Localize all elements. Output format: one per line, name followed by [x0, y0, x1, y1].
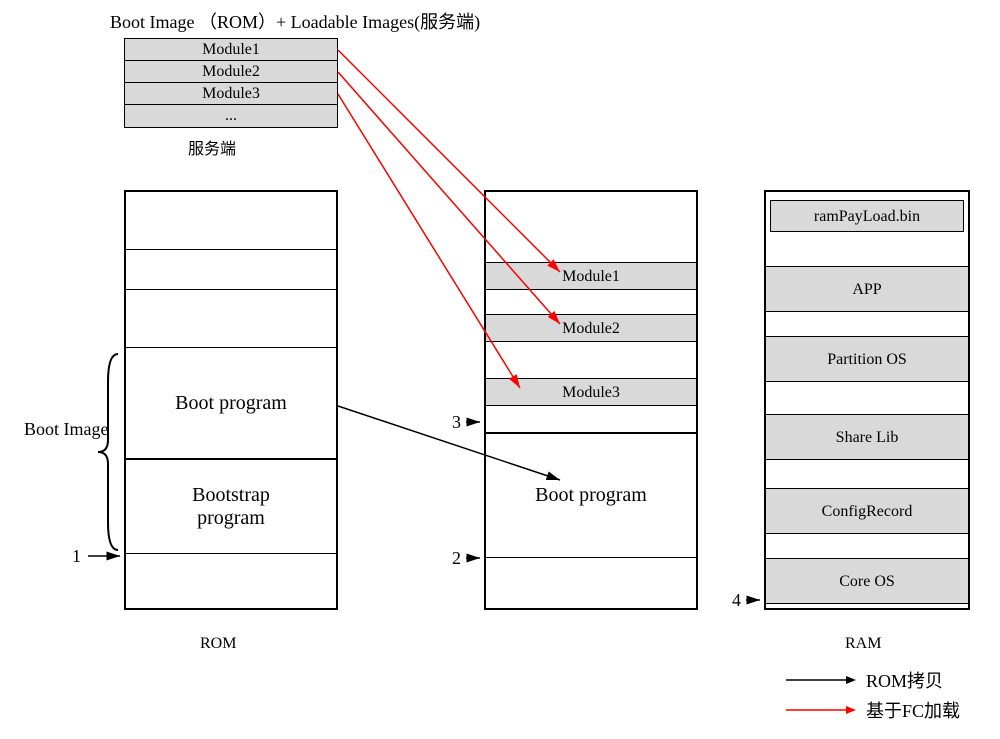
- rom-section: [126, 250, 336, 290]
- brace-icon: [96, 352, 120, 552]
- rom-section: [126, 290, 336, 348]
- legend-red-arrow-icon: [786, 704, 856, 716]
- step-number-3: 3: [452, 412, 461, 433]
- ram-label: RAM: [845, 635, 881, 653]
- mid-module2: Module2: [486, 314, 696, 342]
- mid-section: [486, 192, 696, 262]
- ram-app: APP: [766, 266, 968, 312]
- mid-gap: [486, 290, 696, 314]
- middle-box: Module1 Module2 Module3 Boot program: [484, 190, 698, 610]
- step-number-2: 2: [452, 548, 461, 569]
- legend-black-label: ROM拷贝: [866, 667, 943, 693]
- mid-module3: Module3: [486, 378, 696, 406]
- rom-boot-program: Boot program: [126, 348, 336, 460]
- mid-gap: [486, 406, 696, 434]
- ram-box: ramPayLoad.bin APP Partition OS Share Li…: [764, 190, 970, 610]
- ram-payload: ramPayLoad.bin: [770, 200, 964, 232]
- rom-bootstrap: Bootstrapprogram: [126, 460, 336, 554]
- legend-row-black: ROM拷贝: [786, 667, 960, 693]
- legend: ROM拷贝 基于FC加载: [786, 667, 960, 727]
- ram-partition-os: Partition OS: [766, 336, 968, 382]
- server-module-row: ...: [125, 105, 337, 127]
- server-module-row: Module1: [125, 39, 337, 61]
- mid-boot-program: Boot program: [486, 434, 696, 558]
- boot-image-text: Boot Image: [24, 418, 108, 441]
- rom-label: ROM: [200, 635, 236, 653]
- server-label: 服务端: [188, 135, 236, 159]
- ram-share-lib: Share Lib: [766, 414, 968, 460]
- mid-gap: [486, 342, 696, 378]
- rom-section: [126, 192, 336, 250]
- rom-box: Boot program Bootstrapprogram: [124, 190, 338, 610]
- server-module-row: Module3: [125, 83, 337, 105]
- rom-bootstrap-text: Bootstrapprogram: [192, 484, 270, 530]
- server-module-stack: Module1 Module2 Module3 ...: [124, 38, 338, 128]
- diagram-title: Boot Image （ROM）+ Loadable Images(服务端): [110, 8, 480, 34]
- legend-black-arrow-icon: [786, 674, 856, 686]
- mid-module1: Module1: [486, 262, 696, 290]
- legend-red-label: 基于FC加载: [866, 697, 960, 723]
- ram-core-os: Core OS: [766, 558, 968, 604]
- step-number-1: 1: [72, 546, 81, 567]
- step-number-4: 4: [732, 590, 741, 611]
- ram-config-record: ConfigRecord: [766, 488, 968, 534]
- boot-image-label: Boot Image: [24, 418, 108, 441]
- legend-row-red: 基于FC加载: [786, 697, 960, 723]
- server-module-row: Module2: [125, 61, 337, 83]
